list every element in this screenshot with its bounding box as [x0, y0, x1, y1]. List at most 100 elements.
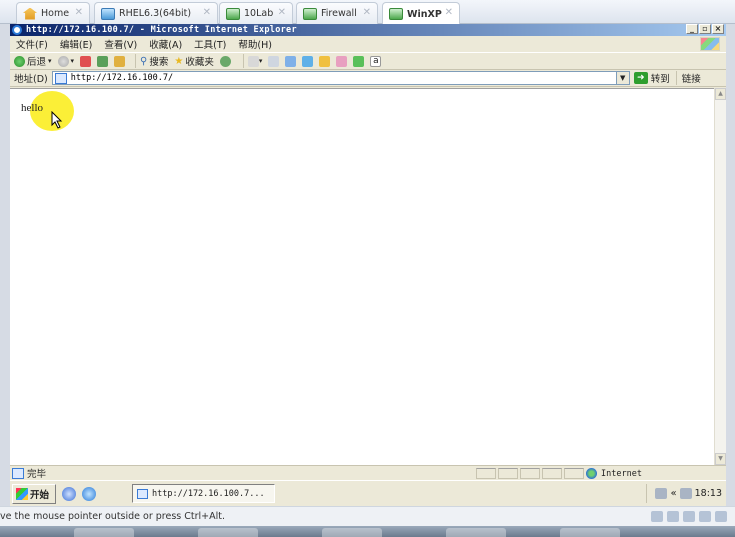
taskbar-item-ie[interactable]: http://172.16.100.7...	[132, 484, 275, 503]
host-taskbar-item[interactable]	[322, 528, 382, 537]
address-bar: 地址(D) ▼ ➜ 转到 链接	[10, 70, 726, 87]
close-button[interactable]: ×	[712, 24, 724, 34]
scroll-up-button[interactable]: ▲	[715, 88, 726, 100]
ie-window: http://172.16.100.7/ - Microsoft Interne…	[10, 24, 726, 480]
clock: 18:13	[694, 488, 722, 499]
close-icon[interactable]: ✕	[75, 7, 83, 18]
chevron-down-icon: ▾	[48, 57, 52, 65]
links-button[interactable]: 链接	[675, 71, 701, 85]
vm-icon	[226, 7, 240, 20]
messenger-button[interactable]	[302, 55, 314, 67]
page-content[interactable]: hello	[10, 88, 714, 465]
back-button[interactable]: 后退 ▾	[14, 54, 52, 68]
display-icon[interactable]	[715, 511, 727, 522]
network-device-icon[interactable]	[651, 511, 663, 522]
start-button[interactable]: 开始	[12, 483, 57, 504]
history-icon	[219, 55, 231, 67]
menu-file[interactable]: 文件(F)	[16, 37, 48, 51]
chevron-down-icon[interactable]: ▼	[615, 72, 629, 84]
keyboard-icon[interactable]	[655, 488, 668, 499]
maximize-button[interactable]: ▫	[699, 24, 711, 34]
host-taskbar-item[interactable]	[198, 528, 258, 537]
go-label: 转到	[650, 74, 670, 85]
mail-button[interactable]: ▾	[247, 55, 262, 67]
tab-winxp[interactable]: WinXP ✕	[382, 2, 460, 25]
print-button[interactable]	[268, 55, 280, 67]
tab-rhel[interactable]: RHEL6.3(64bit) ✕	[94, 2, 218, 24]
research-button[interactable]	[319, 55, 331, 67]
taskbar-item-label: http://172.16.100.7...	[152, 488, 265, 499]
search-label: 搜索	[149, 57, 169, 68]
address-label: 地址(D)	[14, 74, 48, 85]
refresh-button[interactable]	[97, 55, 109, 67]
system-tray: « 18:13	[646, 484, 722, 503]
print-icon	[268, 55, 280, 67]
host-taskbar-item[interactable]	[74, 528, 134, 537]
tab-firewall[interactable]: Firewall ✕	[296, 2, 378, 24]
sound-device-icon[interactable]	[699, 511, 711, 522]
favorites-button[interactable]: ★ 收藏夹	[174, 54, 214, 69]
go-button[interactable]: ➜ 转到	[633, 71, 670, 85]
edit-button[interactable]	[285, 55, 297, 67]
mouse-pointer-icon	[51, 111, 63, 129]
search-button[interactable]: ⚲ 搜索	[140, 54, 169, 69]
ie-icon[interactable]	[82, 486, 97, 501]
zone-label: Internet	[601, 468, 642, 479]
host-taskbar-item[interactable]	[446, 528, 506, 537]
page-icon	[137, 488, 148, 499]
page-text: hello	[21, 102, 43, 114]
address-field[interactable]: ▼	[51, 71, 630, 85]
menu-help[interactable]: 帮助(H)	[238, 37, 272, 51]
home-button[interactable]	[114, 55, 126, 67]
usb-device-icon[interactable]	[683, 511, 695, 522]
vmware-status-bar: ve the mouse pointer outside or press Ct…	[0, 506, 735, 526]
back-label: 后退	[27, 57, 47, 68]
windows-logo-icon	[16, 487, 28, 500]
tab-home[interactable]: Home ✕	[16, 2, 90, 24]
calculator-icon	[353, 55, 365, 67]
refresh-icon	[97, 55, 109, 67]
menu-favorites[interactable]: 收藏(A)	[149, 37, 182, 51]
status-cell	[498, 468, 518, 479]
host-taskbar-item[interactable]	[560, 528, 620, 537]
expand-tray-icon[interactable]: «	[670, 488, 676, 499]
menu-view[interactable]: 查看(V)	[104, 37, 137, 51]
address-input[interactable]	[70, 73, 611, 83]
star-icon: ★	[174, 55, 184, 67]
history-button[interactable]	[219, 55, 233, 67]
scroll-down-button[interactable]: ▼	[715, 453, 726, 465]
host-taskbar	[0, 526, 735, 537]
forward-button[interactable]: ▾	[57, 55, 74, 67]
menu-tools[interactable]: 工具(T)	[194, 37, 226, 51]
vmware-tab-bar: Home ✕ RHEL6.3(64bit) ✕ 10Lab ✕ Firewall…	[0, 0, 735, 25]
menu-edit[interactable]: 编辑(E)	[60, 37, 92, 51]
status-cell	[520, 468, 540, 479]
start-label: 开始	[30, 489, 50, 501]
vm-icon	[389, 8, 403, 20]
close-icon[interactable]: ✕	[363, 7, 371, 18]
status-cell	[564, 468, 584, 479]
globe-icon	[586, 468, 597, 479]
calc-button[interactable]	[353, 55, 365, 67]
close-icon[interactable]: ✕	[445, 7, 453, 18]
vertical-scrollbar[interactable]: ▲ ▼	[714, 88, 726, 465]
network-icon[interactable]	[679, 488, 692, 499]
tab-rhel-label: RHEL6.3(64bit)	[119, 8, 192, 19]
toolbar-separator	[242, 54, 244, 68]
favorites-label: 收藏夹	[185, 57, 214, 68]
tab-10lab-label: 10Lab	[244, 8, 274, 19]
close-icon[interactable]: ✕	[278, 7, 286, 18]
tab-10lab[interactable]: 10Lab ✕	[219, 2, 293, 24]
cd-drive-icon[interactable]	[667, 511, 679, 522]
title-bar[interactable]: http://172.16.100.7/ - Microsoft Interne…	[10, 24, 726, 36]
amazon-button[interactable]: a	[370, 55, 382, 67]
mail-icon	[247, 55, 259, 67]
tool-button[interactable]	[336, 55, 348, 67]
stop-button[interactable]	[80, 55, 92, 67]
windows-logo-icon	[700, 37, 720, 51]
minimize-button[interactable]: _	[686, 24, 698, 34]
go-arrow-icon: ➜	[633, 72, 648, 84]
vm-icon	[101, 7, 115, 20]
show-desktop-icon[interactable]	[62, 486, 77, 501]
close-icon[interactable]: ✕	[203, 7, 211, 18]
